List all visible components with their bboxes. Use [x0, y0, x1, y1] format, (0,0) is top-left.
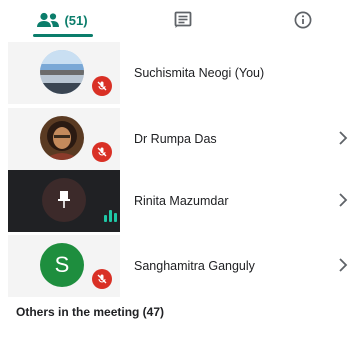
speaking-indicator-icon	[104, 208, 120, 222]
avatar	[40, 50, 84, 94]
participant-name: Dr Rumpa Das	[134, 132, 217, 146]
participant-row[interactable]: Rinita Mazumdar	[0, 170, 353, 232]
chevron-right-icon[interactable]	[338, 257, 348, 273]
active-tab-indicator	[33, 34, 93, 37]
chevron-right-icon[interactable]	[338, 130, 348, 146]
participant-count: (51)	[64, 12, 88, 28]
muted-mic-icon	[92, 269, 112, 289]
muted-mic-icon	[92, 142, 112, 162]
participant-name: Rinita Mazumdar	[134, 194, 229, 208]
tab-info[interactable]	[286, 0, 320, 40]
tab-chat[interactable]	[163, 0, 203, 40]
participant-row[interactable]: Dr Rumpa Das	[0, 108, 353, 170]
pin-icon[interactable]	[42, 178, 86, 222]
participant-row[interactable]: S Sanghamitra Ganguly	[0, 235, 353, 297]
chevron-right-icon[interactable]	[338, 192, 348, 208]
others-section-heading: Others in the meeting (47)	[16, 305, 165, 319]
participant-tile: S	[8, 235, 120, 297]
avatar: S	[40, 243, 84, 287]
participant-row[interactable]: Suchismita Neogi (You)	[0, 42, 353, 104]
chat-icon	[174, 11, 192, 28]
avatar	[40, 116, 84, 160]
participant-name: Sanghamitra Ganguly	[134, 259, 255, 273]
info-icon	[294, 11, 312, 29]
participant-tile	[8, 42, 120, 104]
participant-tile	[8, 108, 120, 170]
tab-bar: (51)	[0, 0, 353, 40]
muted-mic-icon	[92, 76, 112, 96]
participant-tile	[8, 170, 120, 232]
people-icon	[37, 12, 60, 27]
participant-name: Suchismita Neogi (You)	[134, 66, 265, 80]
